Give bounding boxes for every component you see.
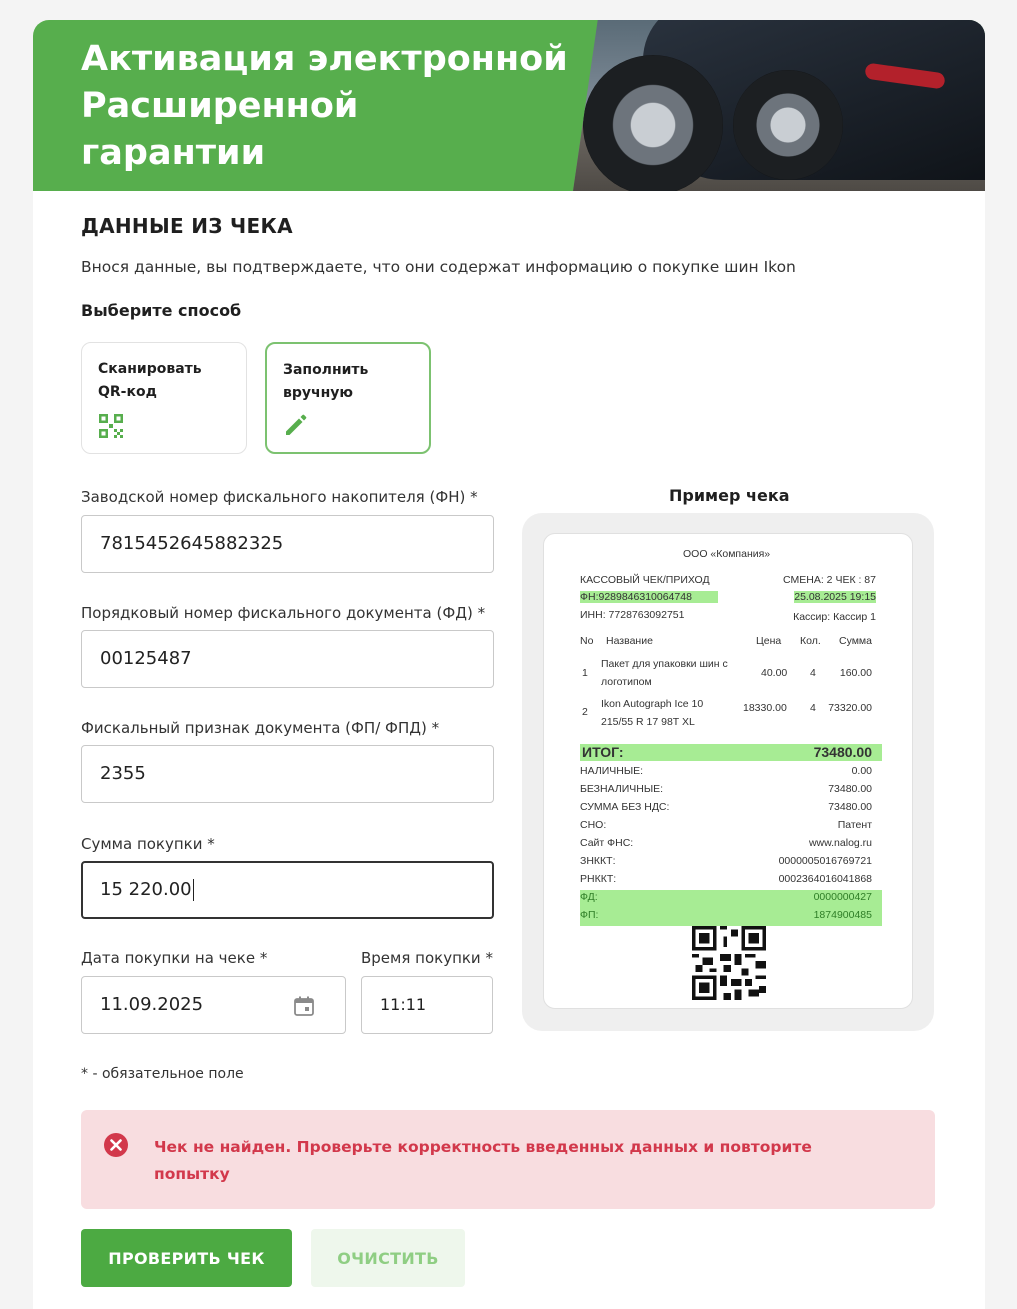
method-scan-qr[interactable]: Сканировать QR-код [81,342,247,454]
receipt-fp-value: 1874900485 [813,909,872,921]
receipt-row-value: www.nalog.ru [808,837,872,849]
fn-value: 7815452645882325 [100,533,284,554]
receipt-row-value: 73480.00 [828,801,872,813]
receipt-fd-value: 0000000427 [813,891,872,903]
receipt-col-price: Цена [756,635,782,647]
required-field-note: * - обязательное поле [81,1066,244,1082]
date-value: 11.09.2025 [100,994,204,1015]
receipt-item-no: 2 [582,706,588,718]
calendar-icon[interactable] [293,995,315,1017]
page-title: Активация электронной Расширенной гарант… [81,39,568,173]
text-caret [192,879,194,901]
receipt-item-name: Пакет для упаковки шин с [601,658,728,670]
sum-label: Сумма покупки * [81,835,215,853]
receipt-row-value: 73480.00 [828,783,872,795]
time-input[interactable]: 11:11 [361,976,493,1034]
receipt-row-label: РНККТ: [580,873,617,885]
sum-value: 15 220.00 [100,879,192,900]
section-subtitle: Внося данные, вы подтверждаете, что они … [81,258,796,276]
date-input[interactable]: 11.09.2025 [81,976,346,1034]
car-photo [573,20,985,191]
receipt-col-qty: Кол. [800,635,821,647]
error-alert: Чек не найден. Проверьте корректность вв… [81,1110,935,1209]
error-icon [104,1133,128,1157]
receipt-row-label: ЗНККТ: [580,855,616,867]
method-manual[interactable]: Заполнить вручную [265,342,431,454]
receipt-row-label: НАЛИЧНЫЕ: [580,765,644,777]
example-receipt-panel: ООО «Компания» КАССОВЫЙ ЧЕК/ПРИХОД СМЕНА… [522,513,934,1031]
receipt-cashier: Кассир: Кассир 1 [793,611,876,623]
receipt-item-sum: 160.00 [839,667,872,679]
date-label: Дата покупки на чеке * [81,949,268,967]
pencil-icon [286,414,307,435]
fd-value: 00125487 [100,648,192,669]
receipt-item-sum: 73320.00 [828,702,872,714]
receipt-col-sum: Сумма [839,635,872,647]
section-title: ДАННЫЕ ИЗ ЧЕКА [81,214,293,238]
fd-label: Порядковый номер фискального документа (… [81,604,486,622]
receipt-col-no: No [580,635,594,647]
receipt-qr-code [692,926,766,1000]
receipt-row-value: 0002364016041868 [778,873,872,885]
receipt-shift: СМЕНА: 2 ЧЕК : 87 [783,574,876,586]
receipt-company: ООО «Компания» [683,548,771,560]
check-receipt-button[interactable]: ПРОВЕРИТЬ ЧЕК [81,1229,292,1287]
fn-label: Заводской номер фискального накопителя (… [81,488,478,506]
receipt-item-name: Ikon Autograph Ice 10 [601,698,704,710]
receipt-row-label: СУММА БЕЗ НДС: [580,801,670,813]
receipt-row-value: Патент [837,819,872,831]
fn-input[interactable]: 7815452645882325 [81,515,494,573]
receipt-total-label: ИТОГ: [582,744,624,760]
time-label: Время покупки * [361,949,493,967]
receipt-item-price: 40.00 [761,667,788,679]
warranty-activation-card: Активация электронной Расширенной гарант… [33,20,985,1309]
receipt-fd-label: ФД: [580,891,598,903]
receipt-type: КАССОВЫЙ ЧЕК/ПРИХОД [580,574,710,586]
method-manual-label: Заполнить вручную [283,362,369,401]
fp-label: Фискальный признак документа (ФП/ ФПД) * [81,719,440,737]
clear-button[interactable]: ОЧИСТИТЬ [311,1229,465,1287]
error-message: Чек не найден. Проверьте корректность вв… [154,1138,812,1183]
receipt-total-value: 73480.00 [813,744,872,760]
receipt-row-value: 0.00 [851,765,872,777]
receipt-row-label: Сайт ФНС: [580,837,634,849]
receipt-item-name: логотипом [601,676,652,688]
receipt-item-name: 215/55 R 17 98T XL [601,716,695,728]
receipt-datetime: 25.08.2025 19:15 [794,591,876,603]
fd-input[interactable]: 00125487 [81,630,494,688]
hero-banner: Активация электронной Расширенной гарант… [33,20,985,191]
receipt-row-label: БЕЗНАЛИЧНЫЕ: [580,783,664,795]
receipt-fn: ФН:9289846310064748 [580,591,718,603]
qr-code-icon [99,414,123,438]
receipt-item-no: 1 [582,667,588,679]
example-title: Пример чека [669,486,790,505]
fp-value: 2355 [100,763,146,784]
method-label: Выберите способ [81,301,242,320]
receipt-item-price: 18330.00 [743,702,787,714]
receipt-item-qty: 4 [810,667,816,679]
receipt-row-label: СНО: [580,819,607,831]
time-value: 11:11 [380,995,427,1014]
receipt-item-qty: 4 [810,702,816,714]
sum-input[interactable]: 15 220.00 [81,861,494,919]
fp-input[interactable]: 2355 [81,745,494,803]
example-receipt: ООО «Компания» КАССОВЫЙ ЧЕК/ПРИХОД СМЕНА… [543,533,913,1009]
method-scan-qr-label: Сканировать QR-код [98,361,202,400]
receipt-inn: ИНН: 7728763092751 [580,609,685,621]
receipt-row-value: 0000005016769721 [778,855,872,867]
receipt-fp-label: ФП: [580,909,599,921]
receipt-col-name: Название [606,635,653,647]
